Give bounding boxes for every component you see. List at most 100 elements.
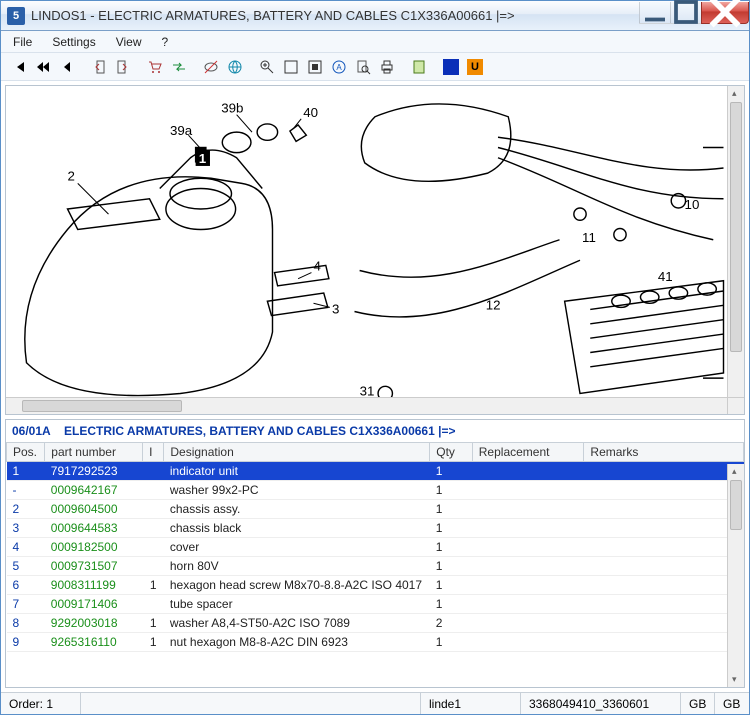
zoom-region-icon[interactable] [304,56,326,78]
cell-replacement [472,462,584,481]
status-lang1: GB [681,693,715,714]
cell-partnumber: 0009171406 [45,595,143,614]
cell-designation: hexagon head screw M8x70-8.8-A2C ISO 401… [164,576,430,595]
col-qty[interactable]: Qty [430,443,473,462]
menu-settings[interactable]: Settings [44,33,103,51]
diagram-pane[interactable]: 2 39a 39b 40 1 4 3 10 11 12 41 31 [5,85,745,415]
table-row[interactable]: 70009171406tube spacer1 [7,595,744,614]
callout-1: 1 [199,151,207,166]
maximize-button[interactable] [670,2,702,24]
menu-help[interactable]: ? [154,33,177,51]
cell-replacement [472,538,584,557]
flag-orange-u-icon[interactable]: U [464,56,486,78]
print-icon[interactable] [376,56,398,78]
cell-partnumber: 0009644583 [45,519,143,538]
cell-qty: 1 [430,519,473,538]
cell-remarks [584,614,744,633]
table-row[interactable]: 40009182500cover1 [7,538,744,557]
cell-remarks [584,538,744,557]
bookmark-next-icon[interactable] [112,56,134,78]
callout-12: 12 [486,297,501,312]
cell-replacement [472,519,584,538]
table-row[interactable]: 690083111991hexagon head screw M8x70-8.8… [7,576,744,595]
eye-off-icon[interactable] [200,56,222,78]
search-doc-icon[interactable] [352,56,374,78]
cell-remarks [584,519,744,538]
titlebar[interactable]: 5 LINDOS1 - ELECTRIC ARMATURES, BATTERY … [1,1,749,31]
cell-remarks [584,633,744,652]
col-designation[interactable]: Designation [164,443,430,462]
table-row[interactable]: 17917292523indicator unit1 [7,462,744,481]
cell-designation: chassis black [164,519,430,538]
status-user: linde1 [421,693,521,714]
col-partnumber[interactable]: part number [45,443,143,462]
callout-39b: 39b [221,101,243,116]
cell-designation: tube spacer [164,595,430,614]
cart-icon[interactable] [144,56,166,78]
table-header[interactable]: Pos. part number I Designation Qty Repla… [7,443,744,462]
nav-first-icon[interactable] [8,56,30,78]
nav-back-icon[interactable] [56,56,78,78]
select-a-icon[interactable]: A [328,56,350,78]
col-i[interactable]: I [143,443,164,462]
table-row[interactable]: 892920030181washer A8,4-ST50-A2C ISO 708… [7,614,744,633]
cell-replacement [472,633,584,652]
cell-i [143,538,164,557]
cell-qty: 1 [430,462,473,481]
diagram-scrollbar-horizontal[interactable] [6,397,727,414]
callout-11: 11 [582,230,596,245]
table-row[interactable]: 50009731507horn 80V1 [7,557,744,576]
window-title: LINDOS1 - ELECTRIC ARMATURES, BATTERY AN… [31,8,640,23]
zoom-in-icon[interactable] [256,56,278,78]
col-pos[interactable]: Pos. [7,443,45,462]
callout-10: 10 [685,197,700,212]
cell-i [143,557,164,576]
menu-file[interactable]: File [5,33,40,51]
table-row[interactable]: 30009644583chassis black1 [7,519,744,538]
cell-designation: chassis assy. [164,500,430,519]
cell-qty: 1 [430,576,473,595]
cell-designation: washer A8,4-ST50-A2C ISO 7089 [164,614,430,633]
menu-view[interactable]: View [108,33,150,51]
zoom-fit-icon[interactable] [280,56,302,78]
status-spacer [81,693,421,714]
scroll-corner [727,397,744,414]
table-row[interactable]: 20009604500chassis assy.1 [7,500,744,519]
col-remarks[interactable]: Remarks [584,443,744,462]
globe-icon[interactable] [224,56,246,78]
cell-qty: 1 [430,500,473,519]
transfer-icon[interactable] [168,56,190,78]
cell-i [143,519,164,538]
diagram-scrollbar-vertical[interactable] [727,86,744,397]
parts-diagram[interactable]: 2 39a 39b 40 1 4 3 10 11 12 41 31 [6,86,744,414]
table-scrollbar-vertical[interactable] [727,464,744,687]
cell-i [143,481,164,500]
cell-i [143,500,164,519]
nav-fastback-icon[interactable] [32,56,54,78]
table-row[interactable]: 992653161101nut hexagon M8-8-A2C DIN 692… [7,633,744,652]
app-window: 5 LINDOS1 - ELECTRIC ARMATURES, BATTERY … [0,0,750,715]
cell-qty: 1 [430,481,473,500]
note-icon[interactable] [408,56,430,78]
bookmark-prev-icon[interactable] [88,56,110,78]
flag-blue-icon[interactable] [440,56,462,78]
table-row[interactable]: -0009642167washer 99x2-PC1 [7,481,744,500]
cell-replacement [472,595,584,614]
cell-qty: 1 [430,595,473,614]
cell-replacement [472,614,584,633]
cell-partnumber: 0009731507 [45,557,143,576]
cell-designation: washer 99x2-PC [164,481,430,500]
callout-4: 4 [314,259,322,274]
cell-pos: 6 [7,576,45,595]
menubar: File Settings View ? [1,31,749,53]
cell-remarks [584,595,744,614]
parts-table[interactable]: Pos. part number I Designation Qty Repla… [6,442,744,652]
cell-pos: 2 [7,500,45,519]
cell-i: 1 [143,614,164,633]
minimize-button[interactable] [639,2,671,24]
close-button[interactable] [701,2,749,24]
status-codes: 3368049410_3360601 [521,693,681,714]
cell-qty: 1 [430,538,473,557]
cell-replacement [472,557,584,576]
col-replacement[interactable]: Replacement [472,443,584,462]
